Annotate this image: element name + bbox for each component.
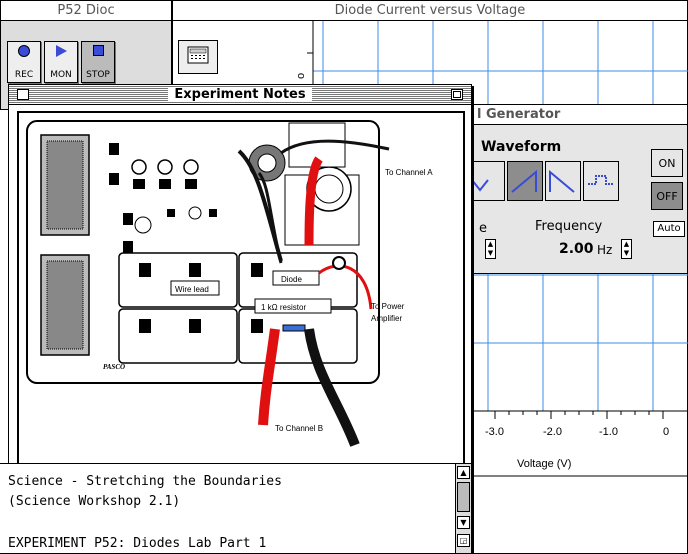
diode-label: Diode [281, 275, 302, 284]
board-logo: PASCO [103, 363, 125, 371]
waveform-triangle-button[interactable] [469, 161, 505, 201]
waveform-label: Waveform [481, 139, 562, 155]
siggen-title: l Generator [477, 107, 561, 122]
to-channel-b-label: To Channel B [275, 424, 323, 433]
signal-generator-window: l Generator Waveform ON OFF e ▲ ▼ Frequen… [440, 104, 688, 274]
x-tick-label: -3.0 [485, 426, 504, 438]
monitor-icon [55, 45, 67, 57]
text-line-2: (Science Workshop 2.1) [8, 494, 181, 509]
siggen-title-bar[interactable]: l Generator [441, 105, 687, 125]
mon-button[interactable]: MON [44, 41, 78, 83]
graph-title-bar[interactable]: Diode Current versus Voltage [173, 1, 687, 21]
close-box-icon[interactable] [17, 89, 29, 100]
mon-label: MON [50, 70, 72, 80]
record-icon [18, 45, 30, 57]
to-channel-a-label: To Channel A [385, 168, 433, 177]
x-tick-label: -2.0 [543, 426, 562, 438]
vertical-scrollbar[interactable]: ▲ ▼ ◲ [455, 464, 471, 553]
off-label: OFF [656, 189, 678, 203]
frequency-label: Frequency [535, 219, 603, 234]
scroll-down-arrow-icon[interactable]: ▼ [457, 516, 470, 529]
ramp-down-wave-icon [549, 169, 575, 193]
to-power-label: To Power [371, 302, 405, 311]
x-tick-label: 0 [663, 426, 669, 438]
amplifier-label: Amplifier [371, 314, 402, 323]
frequency-value[interactable]: 2.00 [559, 241, 594, 257]
x-tick-label: -1.0 [599, 426, 618, 438]
zoom-box-icon[interactable] [451, 89, 463, 100]
amplitude-label-fragment: e [479, 221, 487, 236]
x-axis-label: Voltage (V) [517, 458, 571, 470]
graph-title: Diode Current versus Voltage [334, 3, 526, 18]
p52-title: P52 Dioc [57, 3, 115, 18]
scroll-thumb[interactable] [457, 482, 470, 512]
triangle-wave-icon [471, 179, 489, 192]
text-line-4: EXPERIMENT P52: Diodes Lab Part 1 [8, 536, 267, 551]
p52-title-bar[interactable]: P52 Dioc [1, 1, 171, 21]
rec-label: REC [14, 70, 34, 80]
on-button[interactable]: ON [651, 149, 683, 177]
graph-toolbar-calc-button[interactable] [178, 40, 218, 74]
notes-title-bar[interactable]: Experiment Notes [9, 85, 471, 105]
wire-lead-label: Wire lead [175, 285, 209, 294]
y-tick-label: o [295, 73, 307, 79]
resistor-label: 1 kΩ resistor [261, 303, 306, 312]
on-label: ON [658, 156, 676, 170]
stop-button[interactable]: STOP [81, 41, 115, 83]
scroll-up-arrow-icon[interactable]: ▲ [457, 466, 470, 479]
stop-label: STOP [86, 70, 110, 80]
experiment-text-pane[interactable]: Science - Stretching the Boundaries (Sci… [0, 463, 472, 554]
auto-label: Auto [657, 223, 681, 234]
off-button[interactable]: OFF [651, 182, 683, 210]
resize-icon[interactable]: ◲ [457, 534, 470, 547]
stop-icon [92, 45, 104, 56]
waveform-square-button[interactable] [583, 161, 619, 201]
calculator-icon [187, 46, 209, 64]
notes-title: Experiment Notes [168, 87, 312, 102]
amplitude-stepper[interactable]: ▲ ▼ [485, 239, 496, 259]
waveform-ramp-up-button[interactable] [507, 161, 543, 201]
waveform-ramp-down-button[interactable] [545, 161, 581, 201]
rec-button[interactable]: REC [7, 41, 41, 83]
frequency-unit: Hz [597, 243, 613, 257]
text-line-1: Science - Stretching the Boundaries [8, 474, 282, 489]
frequency-stepper[interactable]: ▲ ▼ [621, 239, 632, 259]
ramp-up-wave-icon [511, 169, 537, 193]
auto-button[interactable]: Auto [653, 221, 685, 237]
square-wave-icon [588, 175, 614, 185]
